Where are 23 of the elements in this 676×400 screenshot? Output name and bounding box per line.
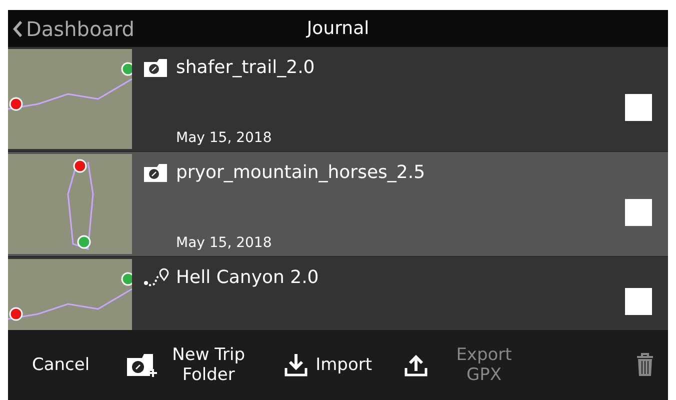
cancel-button[interactable]: Cancel bbox=[28, 353, 94, 377]
checkbox[interactable] bbox=[625, 288, 652, 315]
journal-entry[interactable]: pryor_mountain_horses_2.5 May 15, 2018 bbox=[8, 152, 668, 257]
entry-title: pryor_mountain_horses_2.5 bbox=[176, 162, 426, 183]
checkbox[interactable] bbox=[625, 94, 652, 120]
entry-date: May 15, 2018 bbox=[175, 235, 273, 251]
back-button[interactable]: Dashboard bbox=[8, 14, 135, 44]
new-trip-folder-button[interactable]: New Trip Folder bbox=[122, 342, 256, 388]
upload-icon bbox=[404, 353, 428, 377]
checkbox[interactable] bbox=[625, 198, 652, 226]
folder-icon bbox=[143, 58, 169, 78]
entry-date: May 15, 2018 bbox=[175, 130, 273, 146]
download-icon bbox=[284, 353, 308, 377]
trash-icon bbox=[636, 353, 654, 377]
chevron-left-icon bbox=[12, 20, 23, 38]
folder-icon bbox=[143, 162, 169, 182]
entry-title: Hell Canyon 2.0 bbox=[176, 267, 319, 288]
import-button[interactable]: Import bbox=[280, 351, 376, 379]
folder-plus-icon bbox=[126, 353, 158, 377]
route-icon bbox=[143, 268, 169, 288]
journal-entry[interactable]: shafer_trail_2.0 May 15, 2018 bbox=[8, 47, 668, 152]
screen-title: Journal bbox=[306, 18, 370, 39]
entry-title: shafer_trail_2.0 bbox=[176, 57, 315, 78]
